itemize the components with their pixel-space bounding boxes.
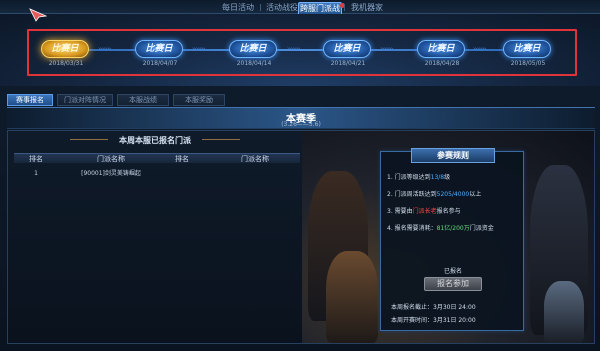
rules-box: 参赛规则 1. 门派等级达到13/8级 2. 门派周活跃达到5205/4000以… [380,148,524,331]
tab-label: 跨服门派战 [300,4,340,13]
rule-text: 以上 [469,191,482,198]
character-artwork [544,281,584,343]
rule-text: 2. 门派周活跃达到 [387,191,437,198]
subtab-server-rewards[interactable]: 本服奖励 [173,94,225,106]
season-date-range: (3.26——5.6) [281,121,321,128]
page-root: 每日活动 活动战役 跨服门派战 我机器家 ››››››› ››››››› ›››… [0,0,600,351]
tab-label: 活动战役 [266,3,298,12]
tab-label: 每日活动 [222,3,254,12]
registered-sects-panel: 本周本服已报名门派 排名 门派名称 排名 门派名称 1 [90001]剑灵美铸崛… [8,131,302,343]
rules-art-panel: 参赛规则 1. 门派等级达到13/8级 2. 门派周活跃达到5205/4000以… [302,131,594,343]
season-header: 本赛季 (3.26——5.6) [7,107,595,129]
table-row: 1 [90001]剑灵美铸崛起 [14,169,300,179]
column-header-rank: 排名 [29,155,43,163]
match-start-time: 本周开赛时间：3月31日 20:00 [391,317,476,324]
registration-status: 已报名 [443,268,462,275]
rule-value: 13/8 [430,174,445,181]
registered-sects-title: 本周本服已报名门派 [119,136,191,145]
rank-cell: 1 [34,170,38,177]
rule-text: 3. 需要由 [387,208,413,215]
tab-cross-server-sect-war[interactable]: 跨服门派战 [298,2,345,14]
rules-title: 参赛规则 [411,148,495,163]
registration-deadline: 本周报名截止：3月30日 24:00 [391,304,476,311]
sub-tab-bar: 赛事报名 门派对阵情况 本服战绩 本服奖励 [7,94,595,106]
title-ornament [202,139,240,140]
tab-label: 我机器家 [351,3,383,12]
pointer-cursor-icon [29,8,47,22]
tab-divider [344,4,345,11]
rule-item: 3. 需要由门派长老报名参与 [387,206,521,215]
rule-text: 报名参与 [436,208,461,215]
table-header: 排名 门派名称 排名 门派名称 [14,153,300,163]
column-header-rank: 排名 [175,155,189,163]
rule-item: 2. 门派周活跃达到5205/4000以上 [387,189,521,198]
schedule-highlight-frame [27,29,577,76]
column-header-sect-name: 门派名称 [241,155,269,163]
tab-divider [260,4,261,11]
register-button[interactable]: 报名参加 [424,277,482,291]
tab-daily-activity[interactable]: 每日活动 [218,2,258,14]
sect-name-cell: [90001]剑灵美铸崛起 [81,170,141,177]
rule-value: 81亿/200万 [436,225,470,232]
rule-value: 门派长老 [412,208,437,215]
subtab-sect-matchups[interactable]: 门派对阵情况 [57,94,113,106]
character-artwork [326,251,378,343]
column-header-sect-name: 门派名称 [97,155,125,163]
tab-battle-activity[interactable]: 活动战役 [262,2,302,14]
subtab-registration[interactable]: 赛事报名 [7,94,53,106]
rule-text: 4. 报名需要消耗： [387,225,437,232]
main-panel: 本周本服已报名门派 排名 门派名称 排名 门派名称 1 [90001]剑灵美铸崛… [7,130,595,344]
rule-text: 门派资金 [469,225,494,232]
rule-item: 1. 门派等级达到13/8级 [387,172,521,181]
tab-my-home[interactable]: 我机器家 [346,2,388,14]
subtab-server-record[interactable]: 本服战绩 [117,94,169,106]
rule-text: 级 [444,174,451,181]
top-nav: 每日活动 活动战役 跨服门派战 我机器家 [0,0,600,14]
rule-item: 4. 报名需要消耗：81亿/200万门派资金 [387,223,521,232]
rule-text: 1. 门派等级达到 [387,174,431,181]
rule-value: 5205/4000 [436,191,470,198]
